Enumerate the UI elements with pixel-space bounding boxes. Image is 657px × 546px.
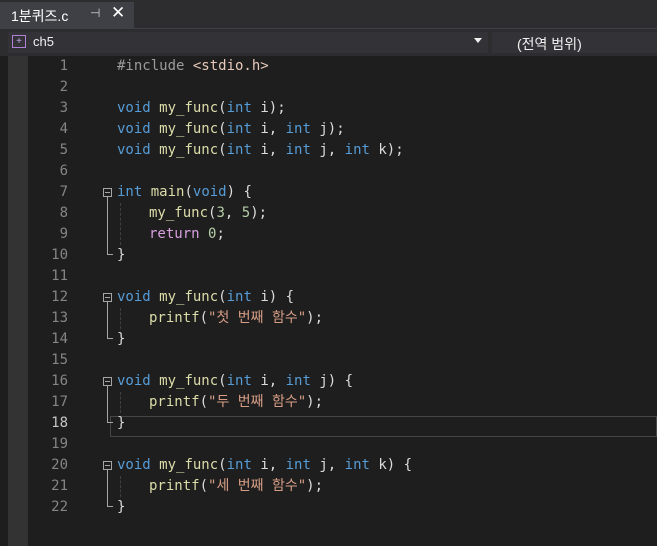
line-number: 12 bbox=[51, 289, 68, 305]
code-text: void my_func(int i); bbox=[117, 100, 286, 116]
line-number: 19 bbox=[51, 436, 68, 452]
code-line: 22 bbox=[0, 497, 657, 518]
member-scope-label: (전역 범위) bbox=[517, 36, 582, 52]
code-line: 13 bbox=[0, 308, 657, 329]
line-number: 1 bbox=[59, 58, 68, 74]
navigation-bar: + ch5 (전역 범위) bbox=[0, 28, 657, 56]
project-scope-dropdown[interactable]: + ch5 bbox=[8, 32, 488, 53]
line-number: 5 bbox=[59, 142, 68, 158]
line-number: 17 bbox=[51, 394, 68, 410]
line-number: 13 bbox=[51, 310, 68, 326]
line-number: 16 bbox=[51, 373, 68, 389]
code-text: printf("두 번째 함수"); bbox=[149, 394, 323, 410]
code-line: 6 bbox=[0, 161, 657, 182]
indent-guide bbox=[120, 476, 121, 497]
code-line: 17 bbox=[0, 392, 657, 413]
project-icon: + bbox=[12, 35, 26, 48]
project-scope-label: ch5 bbox=[33, 34, 54, 49]
code-text: #include <stdio.h> bbox=[117, 58, 269, 74]
line-number: 11 bbox=[51, 268, 68, 284]
line-number: 4 bbox=[59, 121, 68, 137]
code-line: 21 bbox=[0, 476, 657, 497]
code-line: 7 bbox=[0, 182, 657, 203]
line-number: 14 bbox=[51, 331, 68, 347]
code-text: } bbox=[117, 247, 126, 263]
line-number: 20 bbox=[51, 457, 68, 473]
code-text: void my_func(int i, int j, int k) { bbox=[117, 457, 413, 473]
line-number: 15 bbox=[51, 352, 68, 368]
collapse-icon[interactable] bbox=[103, 293, 112, 302]
collapse-icon[interactable] bbox=[103, 188, 112, 197]
document-tab[interactable]: 1분퀴즈.c ⊣ ✕ bbox=[0, 2, 134, 28]
code-line: 15 bbox=[0, 350, 657, 371]
line-number: 6 bbox=[59, 163, 68, 179]
fold-outline-end bbox=[107, 422, 113, 423]
line-number: 18 bbox=[51, 415, 68, 431]
line-number: 9 bbox=[59, 226, 68, 242]
line-number: 7 bbox=[59, 184, 68, 200]
code-text: } bbox=[117, 499, 126, 515]
close-icon[interactable]: ✕ bbox=[111, 3, 125, 23]
code-text: void my_func(int i, int j) { bbox=[117, 373, 354, 389]
tab-title: 1분퀴즈.c bbox=[11, 8, 69, 24]
fold-outline-end bbox=[107, 506, 113, 507]
code-text: void my_func(int i, int j); bbox=[117, 121, 345, 137]
line-number: 21 bbox=[51, 478, 68, 494]
code-text: } bbox=[117, 331, 126, 347]
code-line: 19 bbox=[0, 434, 657, 455]
code-line: 9 bbox=[0, 224, 657, 245]
code-text: printf("첫 번째 함수"); bbox=[149, 310, 323, 326]
line-number: 8 bbox=[59, 205, 68, 221]
collapse-icon[interactable] bbox=[103, 377, 112, 386]
member-scope-dropdown[interactable]: (전역 범위) bbox=[492, 32, 657, 53]
code-text: int main(void) { bbox=[117, 184, 252, 200]
fold-outline-end bbox=[107, 338, 113, 339]
document-tab-bar: 1분퀴즈.c ⊣ ✕ bbox=[0, 0, 657, 28]
code-line: 11 bbox=[0, 266, 657, 287]
code-line: 18 bbox=[0, 413, 657, 434]
fold-outline bbox=[107, 197, 108, 254]
indent-guide bbox=[120, 308, 121, 329]
code-line: 3 bbox=[0, 98, 657, 119]
fold-outline-end bbox=[107, 254, 113, 255]
code-text: } bbox=[117, 415, 126, 431]
code-text: return 0; bbox=[149, 226, 225, 242]
code-line: 12 bbox=[0, 287, 657, 308]
collapse-icon[interactable] bbox=[103, 461, 112, 470]
indent-guide bbox=[120, 203, 121, 245]
code-text: void my_func(int i, int j, int k); bbox=[117, 142, 404, 158]
code-editor[interactable]: 1 2 3 4 5 6 7 8 9 10 11 12 13 14 15 16 1… bbox=[0, 56, 657, 546]
fold-outline bbox=[107, 386, 108, 422]
code-text: void my_func(int i) { bbox=[117, 289, 295, 305]
code-line: 14 bbox=[0, 329, 657, 350]
line-number: 3 bbox=[59, 100, 68, 116]
line-number: 22 bbox=[51, 499, 68, 515]
code-line: 1 bbox=[0, 56, 657, 77]
line-number: 2 bbox=[59, 79, 68, 95]
line-number: 10 bbox=[51, 247, 68, 263]
code-text: my_func(3, 5); bbox=[149, 205, 268, 221]
code-line: 8 bbox=[0, 203, 657, 224]
indent-guide bbox=[120, 392, 121, 413]
code-line: 2 bbox=[0, 77, 657, 98]
code-line: 10 bbox=[0, 245, 657, 266]
pin-icon[interactable]: ⊣ bbox=[90, 6, 100, 20]
code-text: printf("세 번째 함수"); bbox=[149, 478, 323, 494]
fold-outline bbox=[107, 302, 108, 338]
fold-outline bbox=[107, 470, 108, 506]
chevron-down-icon[interactable] bbox=[474, 38, 482, 43]
